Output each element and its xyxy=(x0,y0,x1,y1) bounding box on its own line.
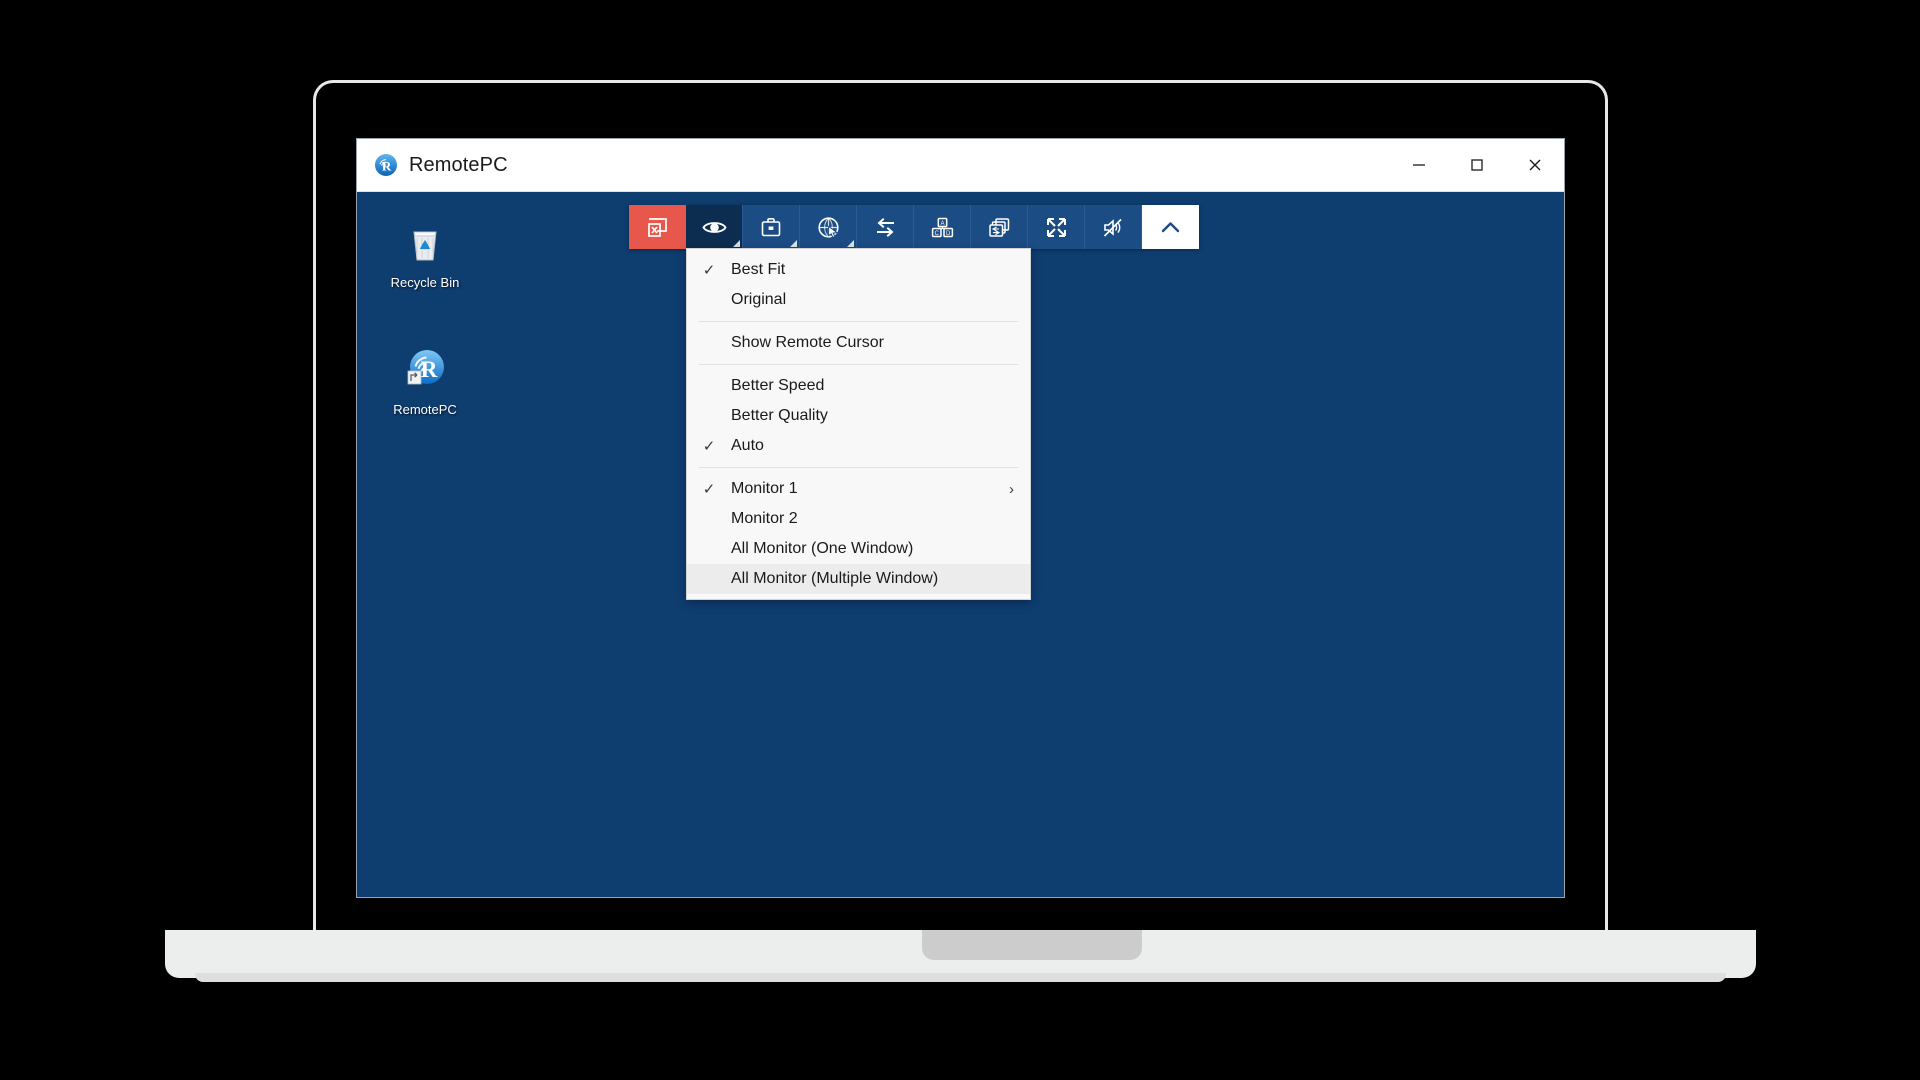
menu-item-monitor-1[interactable]: ✓ Monitor 1 › xyxy=(687,474,1030,504)
menu-item-show-remote-cursor[interactable]: Show Remote Cursor xyxy=(687,328,1030,358)
svg-text:R: R xyxy=(421,357,438,382)
menu-item-better-speed[interactable]: Better Speed xyxy=(687,371,1030,401)
svg-text:D: D xyxy=(946,230,951,236)
laptop-base-notch xyxy=(922,930,1142,960)
remotepc-window: R RemotePC Recycle Bin R RemotePC A C D … xyxy=(356,138,1565,898)
expand-arrows-icon xyxy=(1044,215,1069,240)
chevron-down-icon xyxy=(847,240,854,247)
tools-button[interactable] xyxy=(743,205,800,249)
laptop-base-shadow xyxy=(195,973,1726,982)
menu-item-auto[interactable]: ✓ Auto xyxy=(687,431,1030,461)
windows-stack-icon xyxy=(987,215,1012,240)
title-bar: R RemotePC xyxy=(357,139,1564,192)
transfer-arrows-icon xyxy=(873,215,898,240)
remote-desktop-canvas[interactable]: Recycle Bin R RemotePC A C D ✓ Best Fit … xyxy=(357,192,1564,897)
svg-text:A: A xyxy=(940,220,944,226)
chevron-down-icon xyxy=(733,240,740,247)
menu-item-all-monitor-multiple-window[interactable]: All Monitor (Multiple Window) xyxy=(687,564,1030,594)
menu-item-all-monitor-one-window[interactable]: All Monitor (One Window) xyxy=(687,534,1030,564)
check-icon: ✓ xyxy=(702,261,716,279)
menu-item-label: Better Quality xyxy=(731,407,828,424)
menu-item-label: Best Fit xyxy=(731,261,786,278)
remotepc-shortcut-icon: R xyxy=(400,345,450,395)
view-options-button[interactable] xyxy=(686,205,743,249)
menu-separator xyxy=(699,321,1018,322)
menu-item-label: Auto xyxy=(731,437,764,454)
check-icon: ✓ xyxy=(702,437,716,455)
abc-blocks-icon: A C D xyxy=(930,215,955,240)
desktop-icon-label: RemotePC xyxy=(393,402,457,417)
globe-cursor-icon xyxy=(816,215,841,240)
speaker-muted-icon xyxy=(1101,215,1126,240)
svg-text:C: C xyxy=(934,230,939,236)
file-transfer-button[interactable] xyxy=(857,205,914,249)
svg-text:R: R xyxy=(382,159,392,174)
desktop-icon-remotepc[interactable]: R RemotePC xyxy=(373,345,477,418)
remotepc-logo-icon: R xyxy=(374,153,398,177)
eye-icon xyxy=(701,214,728,241)
check-icon: ✓ xyxy=(702,480,716,498)
chevron-down-icon xyxy=(790,240,797,247)
mute-sound-button[interactable] xyxy=(1085,205,1142,249)
desktop-icon-label: Recycle Bin xyxy=(390,275,460,290)
minimize-button[interactable] xyxy=(1390,139,1448,191)
desktop-icon-recycle-bin[interactable]: Recycle Bin xyxy=(373,218,477,291)
menu-item-label: All Monitor (Multiple Window) xyxy=(731,570,939,587)
menu-separator xyxy=(699,364,1018,365)
menu-item-better-quality[interactable]: Better Quality xyxy=(687,401,1030,431)
briefcase-icon xyxy=(759,215,783,239)
menu-item-label: All Monitor (One Window) xyxy=(731,540,914,557)
remote-settings-button[interactable] xyxy=(800,205,857,249)
chevron-right-icon: › xyxy=(1009,480,1014,498)
close-button[interactable] xyxy=(1506,139,1564,191)
menu-item-label: Monitor 1 xyxy=(731,480,798,497)
menu-item-label: Monitor 2 xyxy=(731,510,798,527)
recycle-bin-icon xyxy=(400,218,450,268)
window-controls xyxy=(1390,139,1564,191)
menu-item-label: Better Speed xyxy=(731,377,825,394)
menu-item-best-fit[interactable]: ✓ Best Fit xyxy=(687,255,1030,285)
view-options-menu: ✓ Best Fit Original Show Remote Cursor Bette… xyxy=(686,248,1031,600)
remote-toolbar: A C D xyxy=(629,205,1199,249)
window-title: RemotePC xyxy=(409,153,508,176)
menu-item-label: Original xyxy=(731,291,787,308)
disconnect-screen-icon xyxy=(645,215,670,240)
send-keys-button[interactable]: A C D xyxy=(914,205,971,249)
fullscreen-button[interactable] xyxy=(1028,205,1085,249)
menu-separator xyxy=(699,467,1018,468)
menu-item-monitor-2[interactable]: Monitor 2 xyxy=(687,504,1030,534)
menu-item-label: Show Remote Cursor xyxy=(731,334,884,351)
switch-window-button[interactable] xyxy=(971,205,1028,249)
menu-item-original[interactable]: Original xyxy=(687,285,1030,315)
collapse-toolbar-button[interactable] xyxy=(1142,205,1199,249)
disconnect-button[interactable] xyxy=(629,205,686,249)
maximize-button[interactable] xyxy=(1448,139,1506,191)
chevron-up-icon xyxy=(1158,215,1183,240)
